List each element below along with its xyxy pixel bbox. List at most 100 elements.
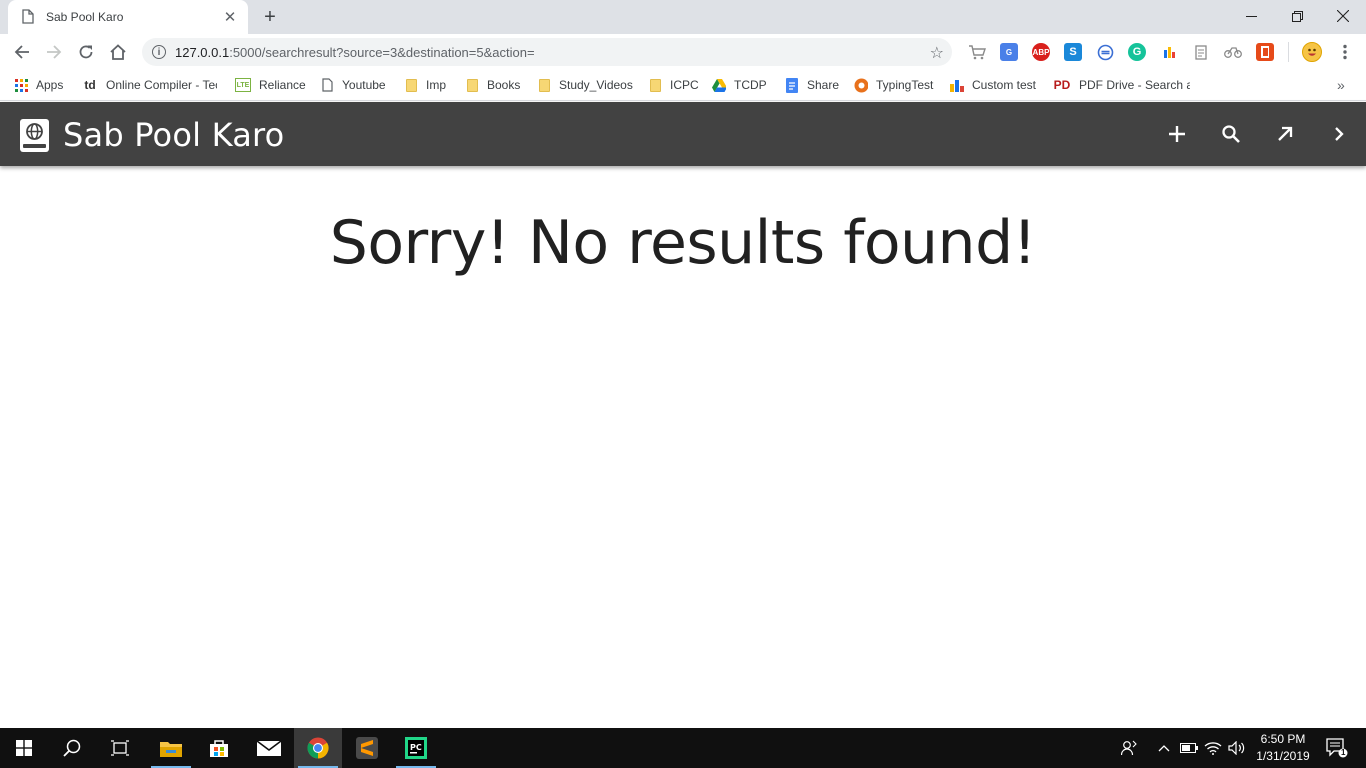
bookmark-label: Imp: [426, 78, 447, 92]
bookmark-books[interactable]: Books: [465, 76, 520, 94]
windows-start-icon[interactable]: [0, 728, 48, 768]
bookmark-online-compiler[interactable]: td Online Compiler - Tec: [82, 76, 217, 94]
menu-kebab-icon[interactable]: [1333, 40, 1357, 64]
bookmark-apps[interactable]: Apps: [14, 76, 63, 94]
new-tab-button[interactable]: +: [259, 6, 281, 28]
action-center-icon[interactable]: 1: [1322, 728, 1352, 768]
bookmark-typingtest[interactable]: TypingTest: [854, 76, 933, 94]
arrow-up-right-icon[interactable]: [1273, 122, 1297, 146]
profile-avatar-icon[interactable]: [1302, 42, 1322, 62]
clock-date: 1/31/2019: [1256, 749, 1310, 763]
home-icon[interactable]: [106, 40, 130, 64]
url-host: 127.0.0.1: [175, 44, 230, 60]
windows-taskbar: PC 6:50 PM 1/31/2019 1: [0, 728, 1366, 768]
browser-toolbar: i 127.0.0.1:5000/searchresult?source=3&d…: [0, 34, 1366, 70]
app-header: Sab Pool Karo: [0, 102, 1366, 166]
office-extension-icon[interactable]: [1256, 43, 1274, 61]
bar-chart-icon: [950, 78, 964, 92]
bookmark-icpc[interactable]: ICPC: [648, 76, 699, 94]
search-icon[interactable]: [1219, 122, 1243, 146]
page-icon: [22, 9, 36, 25]
people-icon[interactable]: [1118, 728, 1142, 768]
chevron-right-icon[interactable]: [1327, 122, 1351, 146]
bookmark-label: Share: [807, 78, 840, 92]
docs-icon: [785, 77, 799, 93]
bookmark-label: Study_Videos: [559, 78, 633, 92]
bookmark-star-icon[interactable]: ☆: [930, 43, 944, 63]
info-icon[interactable]: i: [152, 45, 166, 59]
browser-tab-strip: Sab Pool Karo ✕ +: [0, 0, 1366, 34]
bookmark-custom-test[interactable]: Custom test: [950, 76, 1036, 94]
google-drive-icon: [712, 78, 726, 92]
volume-icon[interactable]: [1226, 728, 1248, 768]
grammarly-extension-icon[interactable]: G: [1128, 43, 1146, 61]
minimize-icon[interactable]: [1228, 0, 1274, 32]
book-globe-icon[interactable]: [20, 119, 49, 152]
file-explorer-icon[interactable]: [147, 728, 195, 768]
search-taskbar-icon[interactable]: [48, 728, 96, 768]
more-bookmarks-icon[interactable]: »: [1337, 76, 1345, 94]
add-icon[interactable]: [1165, 122, 1189, 146]
folder-icon: [648, 78, 662, 92]
bookmark-imp[interactable]: Imp: [404, 76, 446, 94]
folder-icon: [465, 78, 479, 92]
pycharm-icon[interactable]: PC: [392, 728, 440, 768]
bookmark-youtube[interactable]: Youtube: [320, 76, 386, 94]
bookmark-label: TCDP: [734, 78, 767, 92]
app-title[interactable]: Sab Pool Karo: [63, 116, 284, 154]
sync-extension-icon[interactable]: [1096, 43, 1114, 61]
colors-extension-icon[interactable]: [1160, 43, 1178, 61]
bookmark-label: Online Compiler - Tec: [106, 78, 217, 92]
bookmark-label: ICPC: [670, 78, 699, 92]
chrome-taskbar-icon[interactable]: [294, 728, 342, 768]
apps-grid-icon: [14, 78, 28, 92]
microsoft-store-icon[interactable]: [195, 728, 243, 768]
bookmark-label: Reliance: [259, 78, 306, 92]
tab-title: Sab Pool Karo: [46, 10, 124, 24]
clock-time: 6:50 PM: [1260, 732, 1306, 746]
close-window-icon[interactable]: [1320, 0, 1366, 32]
taskbar-clock[interactable]: 6:50 PM 1/31/2019: [1248, 731, 1318, 765]
task-view-icon[interactable]: [96, 728, 144, 768]
cycle-extension-icon[interactable]: [1224, 43, 1242, 61]
bookmark-study-videos[interactable]: Study_Videos: [537, 76, 633, 94]
adblock-extension-icon[interactable]: ABP: [1032, 43, 1050, 61]
folder-icon: [537, 78, 551, 92]
address-bar[interactable]: i 127.0.0.1:5000/searchresult?source=3&d…: [142, 38, 952, 66]
s-extension-icon[interactable]: S: [1064, 43, 1082, 61]
reload-icon[interactable]: [74, 40, 98, 64]
bookmark-label: Apps: [36, 78, 64, 92]
no-results-message: Sorry! No results found!: [329, 208, 1037, 278]
docs-extension-icon[interactable]: [1192, 43, 1210, 61]
lte-icon: LTE: [235, 78, 251, 92]
mail-icon[interactable]: [245, 728, 293, 768]
bookmark-share[interactable]: Share: [785, 76, 839, 94]
close-tab-icon[interactable]: ✕: [222, 8, 238, 26]
bookmark-pdf-drive[interactable]: PD PDF Drive - Search ar: [1053, 76, 1190, 94]
forward-icon[interactable]: [42, 40, 66, 64]
bookmark-label: Books: [487, 78, 521, 92]
bookmark-reliance[interactable]: LTE Reliance: [235, 76, 306, 94]
bookmark-label: Custom test: [972, 78, 1037, 92]
typingtest-icon: [854, 78, 868, 92]
bookmarks-bar: Apps td Online Compiler - Tec LTE Relian…: [0, 70, 1366, 101]
bookmark-label: Youtube: [342, 78, 386, 92]
folder-icon: [404, 78, 418, 92]
pdf-drive-icon: PD: [1053, 78, 1071, 92]
chevron-up-icon[interactable]: [1154, 728, 1174, 768]
sublime-text-icon[interactable]: [343, 728, 391, 768]
td-icon: td: [84, 78, 96, 92]
page-icon: [320, 78, 334, 92]
restore-icon[interactable]: [1274, 0, 1320, 32]
back-icon[interactable]: [10, 40, 34, 64]
browser-tab[interactable]: Sab Pool Karo ✕: [8, 0, 248, 34]
bookmark-label: PDF Drive - Search ar: [1079, 78, 1190, 92]
wifi-icon[interactable]: [1202, 728, 1224, 768]
cart-extension-icon[interactable]: [968, 43, 986, 61]
translate-extension-icon[interactable]: G: [1000, 43, 1018, 61]
url-path: :5000/searchresult?source=3&destination=…: [229, 44, 535, 60]
bookmark-tcdp[interactable]: TCDP: [712, 76, 767, 94]
notification-count: 1: [1341, 748, 1346, 757]
svg-text:PC: PC: [410, 743, 422, 752]
battery-icon[interactable]: [1178, 728, 1200, 768]
